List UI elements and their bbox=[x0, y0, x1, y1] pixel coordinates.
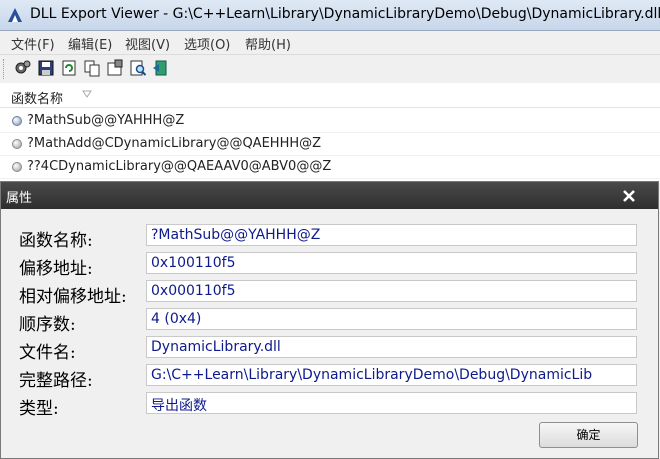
function-bullet-icon bbox=[12, 116, 22, 126]
copy-icon[interactable] bbox=[83, 59, 101, 77]
properties-icon[interactable] bbox=[14, 59, 32, 77]
list-item[interactable]: ?MathAdd@CDynamicLibrary@@QAEHHH@Z bbox=[0, 133, 660, 156]
field-value: DynamicLibrary.dll bbox=[151, 339, 281, 355]
function-bullet-icon bbox=[12, 162, 22, 172]
menu-options[interactable]: 选项(O) bbox=[184, 34, 230, 53]
field-relative-offset[interactable]: 0x000110f5 bbox=[146, 280, 637, 302]
function-bullet-icon bbox=[12, 139, 22, 149]
field-function-name[interactable]: ?MathSub@@YAHHH@Z bbox=[146, 224, 637, 246]
dialog-titlebar[interactable]: 属性 bbox=[1, 182, 658, 209]
export-list[interactable]: 函数名称 ?MathSub@@YAHHH@Z ?MathAdd@CDynamic… bbox=[0, 83, 660, 183]
toolbar bbox=[0, 54, 660, 84]
app-icon bbox=[8, 8, 22, 22]
field-value: 4 (0x4) bbox=[151, 311, 202, 327]
ok-button[interactable]: 确定 bbox=[539, 422, 638, 448]
function-name: ?MathSub@@YAHHH@Z bbox=[27, 113, 185, 128]
column-header-function-name[interactable]: 函数名称 bbox=[11, 88, 63, 107]
menu-bar: 文件(F) 编辑(E) 视图(V) 选项(O) 帮助(H) bbox=[0, 31, 660, 53]
field-filename[interactable]: DynamicLibrary.dll bbox=[146, 336, 637, 358]
menu-help[interactable]: 帮助(H) bbox=[245, 34, 291, 53]
list-item[interactable]: ?MathSub@@YAHHH@Z bbox=[0, 110, 660, 133]
properties-sheet-icon[interactable] bbox=[106, 59, 124, 77]
window-titlebar[interactable]: DLL Export Viewer - G:\C++Learn\Library\… bbox=[0, 0, 660, 31]
properties-dialog: 属性 函数名称: ?MathSub@@YAHHH@Z 偏移地址: 0x10011… bbox=[0, 181, 659, 459]
menu-view[interactable]: 视图(V) bbox=[125, 34, 170, 53]
label-function-name: 函数名称: bbox=[19, 231, 93, 251]
dialog-title: 属性 bbox=[6, 191, 33, 206]
field-full-path[interactable]: G:\C++Learn\Library\DynamicLibraryDemo\D… bbox=[146, 364, 637, 386]
label-full-path: 完整路径: bbox=[19, 371, 93, 391]
label-filename: 文件名: bbox=[19, 343, 76, 363]
field-value: 0x100110f5 bbox=[151, 255, 236, 271]
list-header: 函数名称 bbox=[0, 83, 660, 108]
label-relative-offset: 相对偏移地址: bbox=[19, 287, 127, 307]
exit-icon[interactable] bbox=[152, 59, 170, 77]
field-ordinal[interactable]: 4 (0x4) bbox=[146, 308, 637, 330]
refresh-icon[interactable] bbox=[60, 59, 78, 77]
label-ordinal: 顺序数: bbox=[19, 315, 76, 335]
field-offset-address[interactable]: 0x100110f5 bbox=[146, 252, 637, 274]
toolbar-grip[interactable] bbox=[3, 59, 6, 79]
find-icon[interactable] bbox=[129, 59, 147, 77]
sort-arrow-icon bbox=[82, 90, 92, 98]
list-item[interactable]: ??4CDynamicLibrary@@QAEAAV0@ABV0@@Z bbox=[0, 156, 660, 179]
label-offset-address: 偏移地址: bbox=[19, 259, 93, 279]
field-value: 0x000110f5 bbox=[151, 283, 236, 299]
window-title: DLL Export Viewer - G:\C++Learn\Library\… bbox=[30, 6, 660, 22]
function-name: ?MathAdd@CDynamicLibrary@@QAEHHH@Z bbox=[27, 136, 322, 151]
function-name: ??4CDynamicLibrary@@QAEAAV0@ABV0@@Z bbox=[27, 159, 332, 174]
save-icon[interactable] bbox=[37, 59, 55, 77]
menu-edit[interactable]: 编辑(E) bbox=[68, 34, 112, 53]
field-value: ?MathSub@@YAHHH@Z bbox=[151, 227, 321, 243]
label-type: 类型: bbox=[19, 399, 59, 419]
field-type[interactable]: 导出函数 bbox=[146, 392, 637, 414]
field-value: 导出函数 bbox=[151, 398, 207, 414]
close-icon[interactable] bbox=[619, 186, 639, 206]
menu-file[interactable]: 文件(F) bbox=[11, 34, 55, 53]
field-value: G:\C++Learn\Library\DynamicLibraryDemo\D… bbox=[151, 367, 593, 383]
